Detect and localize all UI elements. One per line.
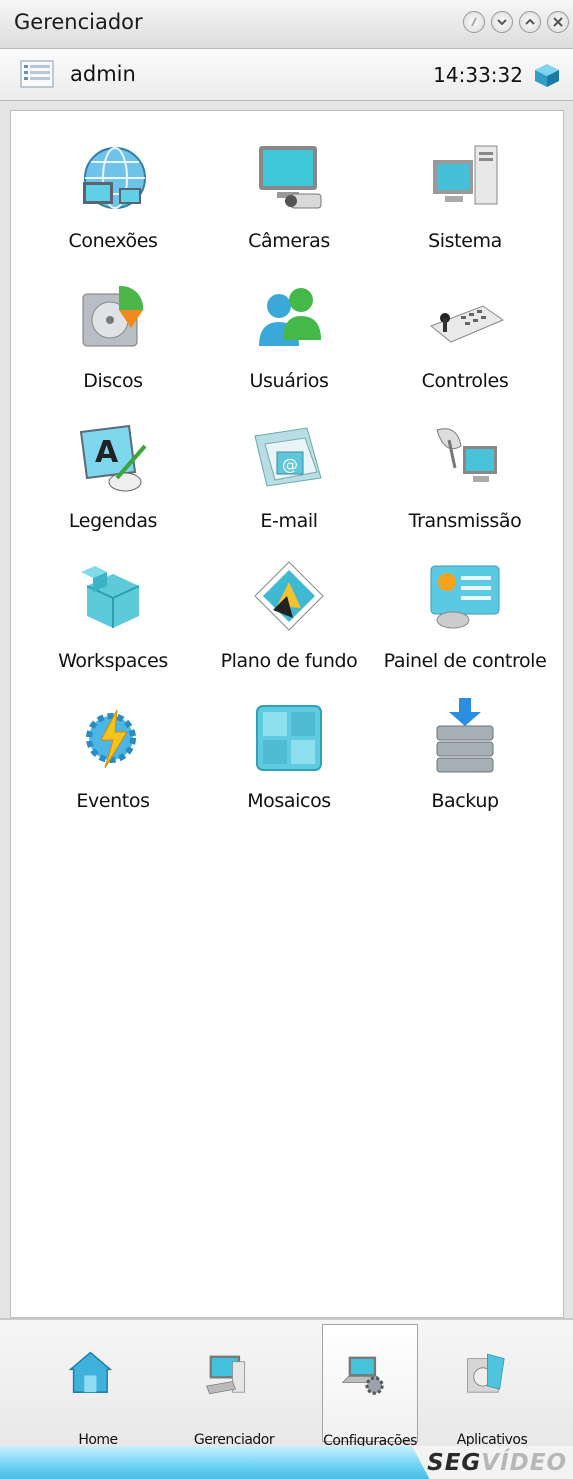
- window-title: Gerenciador: [14, 10, 143, 34]
- menu-item-icon: [247, 696, 331, 780]
- close-icon: [553, 17, 563, 27]
- applications-icon: [467, 1353, 505, 1393]
- menu-item-label: Controles: [421, 370, 509, 392]
- menu-item-label: Legendas: [68, 510, 158, 532]
- menu-item-label: Workspaces: [58, 650, 168, 672]
- close-button[interactable]: [547, 11, 569, 33]
- menu-item-icon: [423, 276, 507, 360]
- svg-text:@: @: [282, 455, 298, 474]
- menu-item-sistema[interactable]: Sistema: [373, 136, 557, 252]
- menu-item-icon: [423, 416, 507, 500]
- menu-item-usu-rios[interactable]: Usuários: [197, 276, 381, 392]
- svg-text:A: A: [95, 435, 119, 470]
- users-icon: [259, 288, 321, 346]
- user-bar: admin 14:33:32: [0, 49, 573, 101]
- title-bar: Gerenciador: [0, 0, 573, 49]
- window-controls: [463, 11, 569, 33]
- menu-item-label: Transmissão: [408, 510, 522, 532]
- wallpaper-icon: [254, 561, 324, 631]
- menu-item-icon: [71, 696, 155, 780]
- menu-item-label: Mosaicos: [247, 790, 331, 812]
- menu-item-label: Backup: [431, 790, 499, 812]
- menu-item-icon: [247, 276, 331, 360]
- menu-item-legendas[interactable]: A Legendas: [21, 416, 205, 532]
- brand-logo: SEGVÍDEO: [427, 1450, 567, 1476]
- footer-bar: SEGVÍDEO: [0, 1446, 573, 1479]
- disk-drive-icon: [82, 285, 144, 347]
- menu-item-controles[interactable]: Controles: [373, 276, 557, 392]
- config-panel: Conexões Câmeras Sistema Discos Usuários…: [10, 110, 564, 1318]
- menu-item-icon: [423, 136, 507, 220]
- nav-icon: [66, 1348, 130, 1412]
- menu-item-label: Painel de controle: [383, 650, 547, 672]
- menu-item-workspaces[interactable]: Workspaces: [21, 556, 205, 672]
- email-icon: @: [254, 427, 322, 487]
- menu-item-icon: @: [247, 416, 331, 500]
- nav-icon: [338, 1349, 402, 1413]
- camera-monitor-icon: [259, 146, 322, 209]
- menu-item-c-meras[interactable]: Câmeras: [197, 136, 381, 252]
- menu-item-label: Sistema: [428, 230, 502, 252]
- menu-item-transmiss-o[interactable]: Transmissão: [373, 416, 557, 532]
- menu-item-icon: [71, 556, 155, 640]
- settings-laptop-icon: [341, 1356, 384, 1395]
- menu-item-label: Discos: [83, 370, 143, 392]
- help-button[interactable]: [463, 11, 485, 33]
- menu-item-label: Conexões: [68, 230, 158, 252]
- caption-text-icon: A: [79, 424, 147, 492]
- home-icon: [68, 1351, 113, 1393]
- menu-item-label: Câmeras: [248, 230, 330, 252]
- minimize-button[interactable]: [491, 11, 513, 33]
- menu-item-label: Plano de fundo: [220, 650, 358, 672]
- menu-item-conex-es[interactable]: Conexões: [21, 136, 205, 252]
- menu-item-icon: [423, 696, 507, 780]
- manager-computer-icon: [206, 1355, 246, 1395]
- menu-item-icon: [71, 276, 155, 360]
- menu-item-e-mail[interactable]: @ E-mail: [197, 416, 381, 532]
- menu-item-mosaicos[interactable]: Mosaicos: [197, 696, 381, 812]
- control-panel-icon: [430, 565, 500, 629]
- menu-item-backup[interactable]: Backup: [373, 696, 557, 812]
- nav-gerenciador[interactable]: Gerenciador: [186, 1324, 282, 1448]
- nav-aplicativos[interactable]: Aplicativos: [444, 1324, 540, 1448]
- list-icon[interactable]: [20, 60, 54, 88]
- menu-item-label: E-mail: [260, 510, 318, 532]
- status-cube-icon: [535, 64, 559, 87]
- help-icon: [471, 17, 477, 27]
- menu-item-icon: A: [71, 416, 155, 500]
- menu-item-icon: [247, 136, 331, 220]
- chevron-up-icon: [525, 18, 535, 25]
- nav-home[interactable]: Home: [50, 1324, 146, 1448]
- menu-item-eventos[interactable]: Eventos: [21, 696, 205, 812]
- workspace-cubes-icon: [81, 566, 140, 628]
- menu-item-icon: [71, 136, 155, 220]
- maximize-button[interactable]: [519, 11, 541, 33]
- globe-network-icon: [83, 147, 146, 209]
- chevron-down-icon: [497, 19, 507, 26]
- computer-system-icon: [433, 145, 498, 205]
- clock: 14:33:32: [433, 63, 523, 87]
- nav-icon: [202, 1348, 266, 1412]
- nav-icon: [460, 1348, 524, 1412]
- menu-item-plano-de-fundo[interactable]: Plano de fundo: [197, 556, 381, 672]
- menu-item-discos[interactable]: Discos: [21, 276, 205, 392]
- keyboard-controller-icon: [430, 305, 505, 343]
- backup-database-icon: [436, 698, 494, 773]
- menu-item-icon: [247, 556, 331, 640]
- menu-item-label: Eventos: [76, 790, 150, 812]
- menu-item-painel-de-controle[interactable]: Painel de controle: [373, 556, 557, 672]
- username: admin: [70, 62, 136, 86]
- satellite-transmission-icon: [436, 428, 497, 482]
- events-gear-lightning-icon: [86, 709, 136, 769]
- mosaic-icon: [256, 705, 322, 771]
- nav-configura-es[interactable]: Configurações: [322, 1324, 418, 1449]
- bottom-navigation: Home Gerenciador Configurações Aplicativ…: [0, 1318, 573, 1449]
- menu-item-icon: [423, 556, 507, 640]
- menu-item-label: Usuários: [249, 370, 329, 392]
